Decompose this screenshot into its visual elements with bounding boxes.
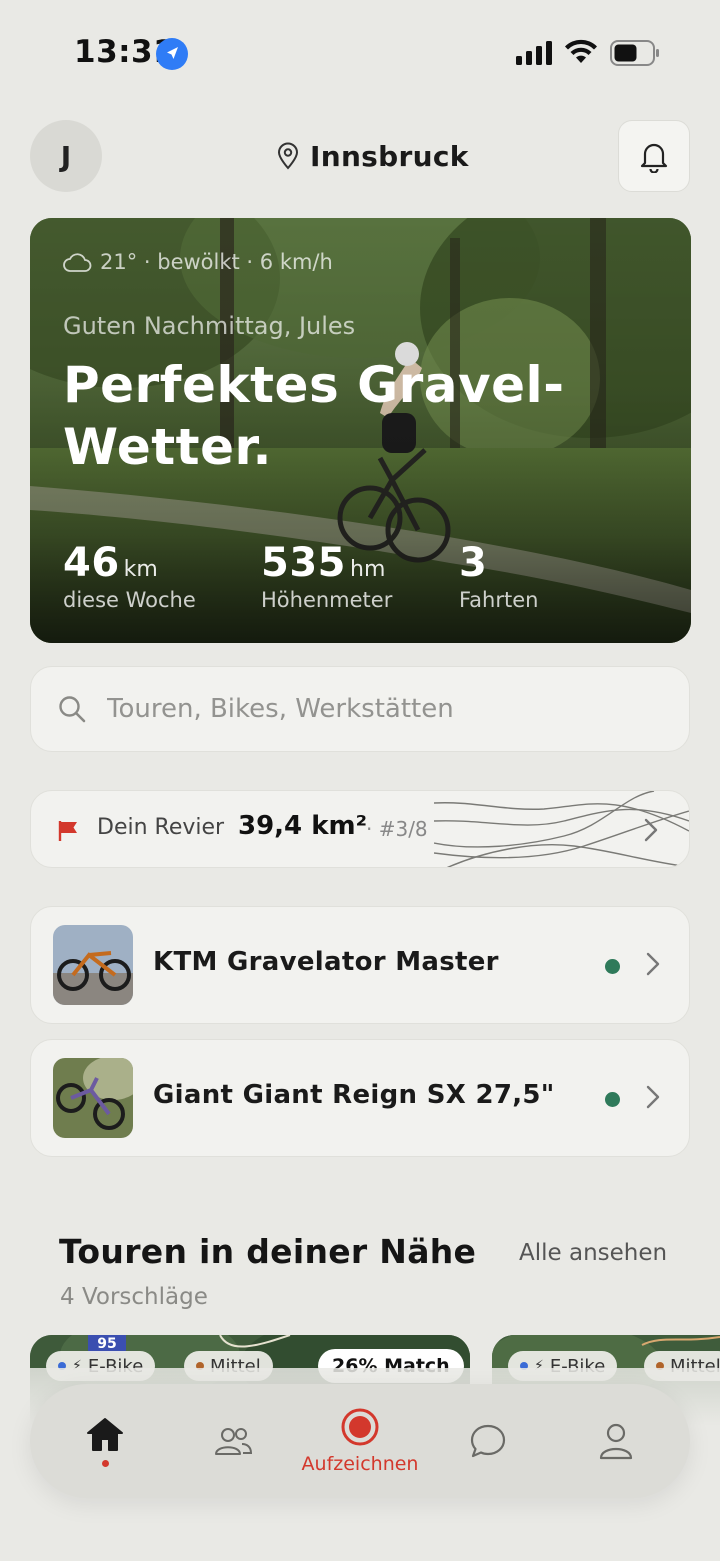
- user-icon: [599, 1423, 633, 1460]
- cellular-signal-icon: [516, 41, 552, 65]
- chevron-right-icon: [644, 818, 658, 842]
- stat-label: Fahrten: [459, 588, 539, 612]
- bike-thumbnail: [53, 1058, 133, 1138]
- location-services-icon: [156, 38, 188, 70]
- bike-name: KTM Gravelator Master: [153, 947, 499, 977]
- flag-icon: [58, 821, 77, 841]
- active-tab-indicator: [101, 1459, 109, 1467]
- tab-record[interactable]: Aufzeichnen: [302, 1384, 418, 1498]
- stat-rides: 3 Fahrten: [459, 540, 538, 612]
- bell-icon: [640, 143, 668, 173]
- stat-unit: hm: [350, 557, 386, 582]
- tab-profile[interactable]: [561, 1384, 671, 1498]
- notifications-button[interactable]: [618, 120, 690, 192]
- tab-home[interactable]: [50, 1384, 160, 1498]
- stat-elevation: 535 hm Höhenmeter: [261, 540, 392, 612]
- location-label: Innsbruck: [310, 139, 469, 173]
- chevron-right-icon: [646, 1085, 660, 1109]
- avatar[interactable]: J: [30, 120, 102, 192]
- territory-area: 39,4 km²: [238, 811, 367, 841]
- tab-community[interactable]: [178, 1384, 288, 1498]
- weather-summary: 21° · bewölkt · 6 km/h: [62, 250, 333, 274]
- greeting: Guten Nachmittag, Jules: [63, 312, 356, 340]
- map-pin-icon: [277, 142, 299, 170]
- wifi-icon: [565, 39, 597, 63]
- hero-title: Perfektes Gravel-Wetter.: [63, 356, 565, 476]
- stat-distance: 46 km diese Woche: [63, 540, 196, 612]
- stat-value: 535: [261, 540, 346, 586]
- tab-messages[interactable]: [433, 1384, 543, 1498]
- tab-record-label: Aufzeichnen: [301, 1453, 419, 1475]
- weather-text: 21° · bewölkt · 6 km/h: [100, 250, 333, 274]
- home-icon: [87, 1417, 123, 1451]
- users-icon: [215, 1428, 253, 1455]
- hero-card[interactable]: 21° · bewölkt · 6 km/h Guten Nachmittag,…: [30, 218, 691, 643]
- record-icon: [341, 1408, 379, 1446]
- chevron-right-icon: [646, 952, 660, 976]
- chat-bubble-icon: [470, 1424, 506, 1458]
- battery-icon: [610, 40, 659, 66]
- bike-thumbnail: [53, 925, 133, 1005]
- bike-card[interactable]: Giant Giant Reign SX 27,5": [30, 1039, 690, 1157]
- bike-status-indicator: [605, 959, 620, 974]
- stat-value: 3: [459, 540, 488, 586]
- bike-card[interactable]: KTM Gravelator Master: [30, 906, 690, 1024]
- section-subtitle: 4 Vorschläge: [60, 1284, 208, 1310]
- section-title: Touren in deiner Nähe: [59, 1232, 477, 1271]
- stat-value: 46: [63, 540, 120, 586]
- territory-label: Dein Revier: [97, 815, 225, 840]
- stat-unit: km: [123, 557, 158, 582]
- bike-name: Giant Giant Reign SX 27,5": [153, 1080, 555, 1110]
- stat-label: Höhenmeter: [261, 588, 393, 612]
- bike-status-indicator: [605, 1092, 620, 1107]
- tab-bar: Aufzeichnen: [30, 1384, 690, 1498]
- cloud-icon: [63, 253, 92, 272]
- location-selector[interactable]: Innsbruck: [276, 134, 469, 178]
- territory-card[interactable]: Dein Revier 39,4 km² · #3/8: [30, 790, 690, 868]
- see-all-link[interactable]: Alle ansehen: [519, 1240, 667, 1266]
- search-icon: [59, 696, 86, 723]
- territory-rank: · #3/8: [366, 817, 428, 841]
- stat-label: diese Woche: [63, 588, 196, 612]
- search-input[interactable]: [107, 694, 627, 724]
- search-bar[interactable]: [30, 666, 690, 752]
